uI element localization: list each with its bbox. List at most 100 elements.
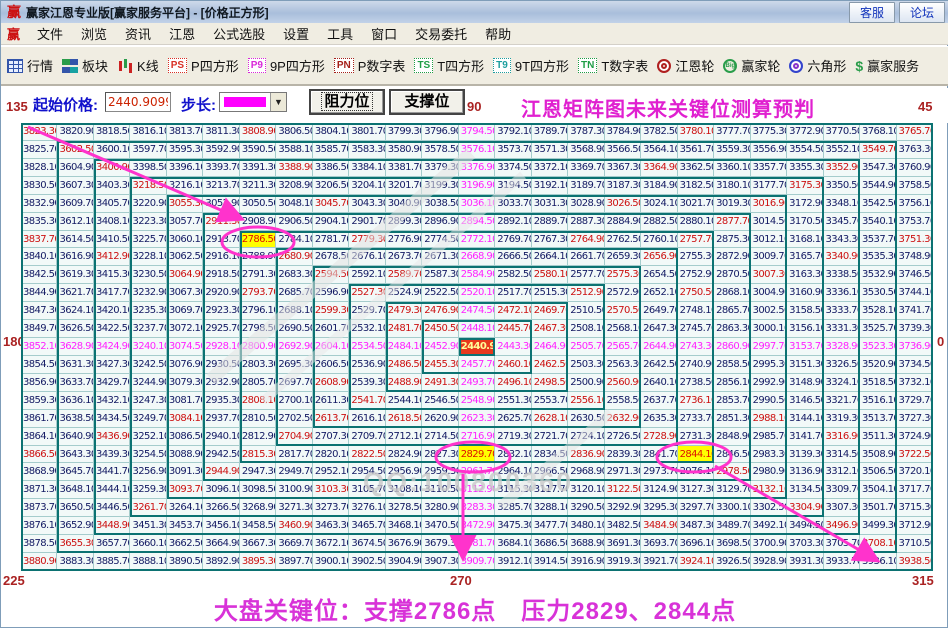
toolbar-item-江恩轮[interactable]: 江恩轮 xyxy=(657,56,714,75)
matrix-cell: 3672.10 xyxy=(313,535,349,553)
toolbar-item-label: P四方形 xyxy=(191,56,239,75)
matrix-key-cell: 2844.10 xyxy=(678,446,714,464)
toolbar-item-赢家轮[interactable]: Big赢家轮 xyxy=(723,56,780,75)
matrix-cell: 2930.50 xyxy=(203,356,239,374)
toolbar-item-P数字表[interactable]: PNP数字表 xyxy=(334,56,406,75)
matrix-cell: 3588.10 xyxy=(276,141,312,159)
matrix-cell: 2889.70 xyxy=(532,213,568,231)
toolbar-item-板块[interactable]: 板块 xyxy=(62,56,108,75)
matrix-cell: 2596.90 xyxy=(313,284,349,302)
matrix-cell: 3067.30 xyxy=(167,284,203,302)
matrix-cell: 3864.10 xyxy=(21,428,57,446)
matrix-cell: 3396.10 xyxy=(167,159,203,177)
matrix-cell: 2940.10 xyxy=(203,428,239,446)
toolbar-item-六角形[interactable]: 六角形 xyxy=(789,56,846,75)
matrix-cell: 2884.90 xyxy=(605,213,641,231)
matrix-cell: 3364.90 xyxy=(641,159,677,177)
matrix-cell: 3009.70 xyxy=(751,248,787,266)
menu-item-9[interactable]: 帮助 xyxy=(476,25,520,44)
menu-item-0[interactable]: 文件 xyxy=(28,25,72,44)
menu-item-4[interactable]: 公式选股 xyxy=(204,25,274,44)
matrix-cell: 3244.90 xyxy=(130,374,166,392)
matrix-cell: 3540.10 xyxy=(860,213,896,231)
window-title: 赢家江恩专业版[赢家服务平台] - [价格正方形] xyxy=(26,4,845,21)
matrix-cell: 3729.70 xyxy=(897,392,933,410)
matrix-cell: 2623.30 xyxy=(459,410,495,428)
step-color-dropdown[interactable]: ▼ xyxy=(219,92,287,112)
matrix-cell: 2443.30 xyxy=(495,338,531,356)
matrix-cell: 3883.30 xyxy=(57,553,93,571)
matrix-cell: 3115.30 xyxy=(495,481,531,499)
matrix-cell: 3290.50 xyxy=(568,499,604,517)
toolbar-item-9T四方形[interactable]: T99T四方形 xyxy=(493,56,569,75)
menu-item-3[interactable]: 江恩 xyxy=(160,25,204,44)
matrix-cell: 2875.30 xyxy=(714,231,750,249)
matrix-cell: 2767.30 xyxy=(532,231,568,249)
support-button[interactable]: 支撑位 xyxy=(389,89,465,115)
toolbar-item-K线[interactable]: K线 xyxy=(117,56,159,75)
matrix-cell: 3326.50 xyxy=(824,356,860,374)
matrix-cell: 3079.30 xyxy=(167,374,203,392)
toolbar-item-T四方形[interactable]: TST四方形 xyxy=(414,56,484,75)
matrix-cell: 3451.30 xyxy=(130,517,166,535)
matrix-cell: 3648.10 xyxy=(57,481,93,499)
sector-blocks-icon xyxy=(62,59,78,73)
matrix-cell: 3093.70 xyxy=(167,481,203,499)
matrix-cell: 3028.90 xyxy=(568,195,604,213)
matrix-cell: 2904.10 xyxy=(313,213,349,231)
matrix-cell: 2961.70 xyxy=(459,463,495,481)
matrix-cell: 3876.10 xyxy=(21,517,57,535)
toolbar-item-行情[interactable]: 行情 xyxy=(7,56,53,75)
matrix-cell: 3914.50 xyxy=(532,553,568,571)
matrix-cell: 3475.30 xyxy=(495,517,531,535)
matrix-cell: 2952.10 xyxy=(313,463,349,481)
matrix-cell: 3844.90 xyxy=(21,284,57,302)
matrix-cell: 3312.10 xyxy=(824,463,860,481)
toolbar-item-P四方形[interactable]: PSP四方形 xyxy=(168,56,239,75)
matrix-cell: 3180.10 xyxy=(714,177,750,195)
menu-item-1[interactable]: 浏览 xyxy=(72,25,116,44)
menu-item-6[interactable]: 工具 xyxy=(318,25,362,44)
matrix-cell: 3324.10 xyxy=(824,374,860,392)
matrix-cell: 2678.50 xyxy=(313,248,349,266)
toolbar-item-T数字表[interactable]: TNT数字表 xyxy=(578,56,648,75)
resistance-button[interactable]: 阻力位 xyxy=(309,89,385,115)
matrix-cell: 3316.90 xyxy=(824,428,860,446)
matrix-cell: 3074.50 xyxy=(167,338,203,356)
matrix-cell: 3712.90 xyxy=(897,517,933,535)
matrix-cell: 3259.30 xyxy=(130,481,166,499)
matrix-cell: 2781.70 xyxy=(313,231,349,249)
matrix-cell: 3784.90 xyxy=(605,123,641,141)
matrix-cell: 3247.30 xyxy=(130,392,166,410)
matrix-cell: 3628.90 xyxy=(57,338,93,356)
matrix-cell: 2625.70 xyxy=(495,410,531,428)
chevron-down-icon[interactable]: ▼ xyxy=(270,93,286,111)
matrix-cell: 3278.50 xyxy=(386,499,422,517)
matrix-cell: 3242.50 xyxy=(130,356,166,374)
matrix-cell: 3782.50 xyxy=(641,123,677,141)
matrix-cell: 3583.30 xyxy=(349,141,385,159)
menu-item-7[interactable]: 窗口 xyxy=(362,25,406,44)
matrix-cell: 3165.70 xyxy=(787,248,823,266)
forum-button[interactable]: 论坛 xyxy=(899,2,945,23)
menu-item-2[interactable]: 资讯 xyxy=(116,25,160,44)
matrix-cell: 3470.50 xyxy=(422,517,458,535)
customer-service-button[interactable]: 客服 xyxy=(849,2,895,23)
angle-label-45: 45 xyxy=(918,99,932,114)
matrix-cell: 2560.90 xyxy=(605,374,641,392)
angle-label-225: 225 xyxy=(3,573,25,588)
toolbar-item-赢家服务[interactable]: $赢家服务 xyxy=(855,56,919,75)
start-price-input[interactable] xyxy=(105,92,171,112)
matrix-cell: 3612.10 xyxy=(57,213,93,231)
matrix-cell: 3604.90 xyxy=(57,159,93,177)
matrix-cell: 2452.90 xyxy=(422,338,458,356)
matrix-cell: 3499.30 xyxy=(860,517,896,535)
menu-item-8[interactable]: 交易委托 xyxy=(406,25,476,44)
toolbar-item-9P四方形[interactable]: P99P四方形 xyxy=(248,56,325,75)
matrix-cell: 3369.70 xyxy=(568,159,604,177)
matrix-cell: 3422.50 xyxy=(94,320,130,338)
matrix-cell: 3031.30 xyxy=(532,195,568,213)
dollar-icon: $ xyxy=(855,59,863,73)
matrix-cell: 3746.50 xyxy=(897,266,933,284)
menu-item-5[interactable]: 设置 xyxy=(274,25,318,44)
